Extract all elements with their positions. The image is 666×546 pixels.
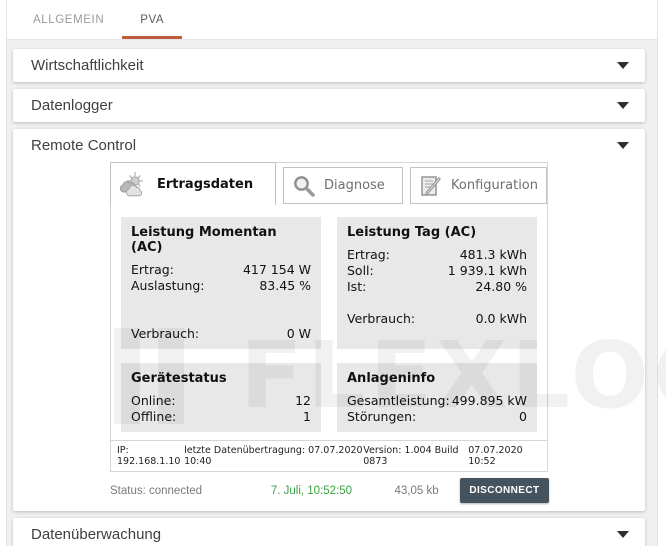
accordion-title: Datenüberwachung [31, 526, 162, 543]
connection-status-row: Status: connected 7. Juli, 10:52:50 43,0… [110, 478, 549, 503]
data-row: Verbrauch: 0 W [131, 326, 311, 341]
chevron-down-icon [617, 531, 629, 538]
content-frame: ALLGEMEIN PVA Wirtschaftlichkeit Datenlo… [6, 0, 658, 546]
status-text: Status: connected [110, 484, 203, 497]
box-leistung-momentan: Leistung Momentan (AC) Ertrag: 417 154 W… [121, 217, 321, 349]
data-row: Gesamtleistung: 499.895 kW [347, 393, 527, 408]
data-row: Offline: 1 [131, 409, 311, 424]
footer-datetime: 07.07.2020 10:52 [468, 445, 523, 467]
accordion-datenlogger: Datenlogger [13, 89, 645, 122]
accordion-title: Datenlogger [31, 97, 113, 114]
panel-tab-konfiguration[interactable]: Konfiguration [410, 167, 547, 204]
panel-tab-label: Diagnose [323, 178, 385, 193]
data-row: Ertrag: 481.3 kWh [347, 247, 527, 262]
weather-sun-clouds-icon [119, 172, 143, 197]
chevron-down-icon [617, 102, 629, 109]
accordion-wirtschaftlichkeit: Wirtschaftlichkeit [13, 49, 645, 82]
data-row: Ertrag: 417 154 W [131, 262, 311, 277]
magnifier-icon [294, 175, 315, 197]
accordion-remote-control: Remote Control Ertragsdaten Diagnose Kon… [13, 129, 645, 511]
footer-version: Version: 1.004 Build 0873 [363, 445, 459, 467]
data-row: Auslastung: 83.45 % [131, 278, 311, 293]
panel-tab-label: Konfiguration [451, 178, 538, 193]
accordion-datenueberwachung: Datenüberwachung [13, 518, 645, 546]
accordion-title: Remote Control [31, 137, 137, 154]
footer-last-transfer: letzte Datenübertragung: 07.07.2020 10:4… [184, 445, 363, 467]
chevron-up-icon [617, 142, 629, 149]
accordion-header-remote-control[interactable]: Remote Control [13, 129, 645, 162]
data-row: Soll: 1 939.1 kWh [347, 263, 527, 278]
chevron-down-icon [617, 62, 629, 69]
panel-footer: IP: 192.168.1.10 letzte Datenübertragung… [111, 440, 547, 471]
accordion-header-wirtschaftlichkeit[interactable]: Wirtschaftlichkeit [13, 49, 645, 82]
disconnect-button[interactable]: DISCONNECT [460, 478, 549, 503]
data-row: Ist: 24.80 % [347, 279, 527, 294]
transfer-size: 43,05 kb [394, 484, 439, 497]
remote-control-body: Ertragsdaten Diagnose Konfiguration Leis… [13, 162, 645, 511]
box-title: Gerätestatus [131, 371, 227, 386]
panel-tab-bar: Ertragsdaten Diagnose Konfiguration [110, 162, 547, 205]
box-anlageninfo: Anlageninfo Gesamtleistung: 499.895 kW S… [337, 363, 537, 432]
top-tab-bar: ALLGEMEIN PVA [7, 0, 657, 40]
accordion-header-datenlogger[interactable]: Datenlogger [13, 89, 645, 122]
footer-ip: IP: 192.168.1.10 [117, 445, 181, 467]
notepad-pencil-icon [421, 175, 441, 196]
box-title: Leistung Tag (AC) [347, 225, 477, 240]
data-boxes-grid: Leistung Momentan (AC) Ertrag: 417 154 W… [111, 205, 547, 440]
tab-allgemein[interactable]: ALLGEMEIN [15, 0, 122, 39]
data-row: Online: 12 [131, 393, 311, 408]
accordion-title: Wirtschaftlichkeit [31, 57, 144, 74]
remote-panel: Ertragsdaten Diagnose Konfiguration Leis… [110, 162, 548, 472]
disconnect-button-wrap: DISCONNECT [460, 478, 549, 503]
panel-tab-ertragsdaten[interactable]: Ertragsdaten [110, 162, 276, 205]
panel-tab-label: Ertragsdaten [157, 176, 254, 192]
data-row: Verbrauch: 0.0 kWh [347, 311, 527, 326]
box-leistung-tag: Leistung Tag (AC) Ertrag: 481.3 kWh Soll… [337, 217, 537, 349]
status-time: 7. Juli, 10:52:50 [270, 484, 353, 497]
box-title: Anlageninfo [347, 371, 436, 386]
app-window: ALLGEMEIN PVA Wirtschaftlichkeit Datenlo… [0, 0, 666, 546]
accordion-list: Wirtschaftlichkeit Datenlogger Remote Co… [7, 40, 657, 546]
box-geraetestatus: Gerätestatus Online: 12 Offline: 1 [121, 363, 321, 432]
accordion-header-datenueberwachung[interactable]: Datenüberwachung [13, 518, 645, 546]
box-title: Leistung Momentan (AC) [131, 225, 277, 255]
panel-tab-diagnose[interactable]: Diagnose [282, 167, 404, 204]
tab-pva[interactable]: PVA [122, 0, 183, 39]
data-row: Störungen: 0 [347, 409, 527, 424]
